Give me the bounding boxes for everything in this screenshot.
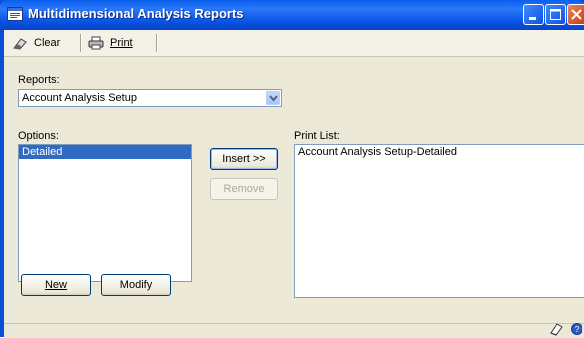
window-title: Multidimensional Analysis Reports xyxy=(28,6,244,21)
list-item[interactable]: Detailed xyxy=(19,145,191,159)
toolbar: Clear Print xyxy=(4,30,584,57)
printer-icon xyxy=(88,36,104,50)
help-icon[interactable]: ? xyxy=(570,322,582,336)
insert-button[interactable]: Insert >> xyxy=(210,148,278,170)
clear-label: Clear xyxy=(34,37,61,49)
modify-button[interactable]: Modify xyxy=(101,274,171,296)
new-label: New xyxy=(44,279,67,291)
clear-button[interactable]: Clear xyxy=(12,35,60,51)
print-label: Print xyxy=(110,37,133,49)
report-window-icon xyxy=(7,7,23,21)
reports-selected-value: Account Analysis Setup xyxy=(22,92,137,104)
modify-label: Modify xyxy=(119,279,153,291)
print-button[interactable]: Print xyxy=(88,35,133,51)
status-bar: ? xyxy=(4,323,584,338)
maximize-button[interactable] xyxy=(545,4,566,25)
eraser-icon xyxy=(13,38,27,50)
toolbar-separator xyxy=(80,34,82,52)
svg-text:?: ? xyxy=(575,325,580,334)
note-icon[interactable] xyxy=(548,322,564,336)
print-list-label: Print List: xyxy=(294,130,340,142)
status-icons: ? xyxy=(548,322,582,336)
list-item[interactable]: Account Analysis Setup-Detailed xyxy=(295,145,584,159)
title-bar[interactable]: Multidimensional Analysis Reports xyxy=(0,0,584,30)
close-icon xyxy=(571,9,582,20)
toolbar-separator xyxy=(156,34,158,52)
maximize-icon xyxy=(550,9,561,20)
options-list[interactable]: Detailed xyxy=(18,144,192,282)
print-list[interactable]: Account Analysis Setup-Detailed xyxy=(294,144,584,298)
close-button[interactable] xyxy=(567,4,584,25)
minimize-icon xyxy=(529,17,536,20)
dropdown-button[interactable] xyxy=(266,91,280,105)
options-label: Options: xyxy=(18,130,59,142)
new-button[interactable]: New xyxy=(21,274,91,296)
minimize-button[interactable] xyxy=(523,4,544,25)
window-client-area: Clear Print Reports: Account Analysis Se… xyxy=(4,30,584,338)
remove-label: Remove xyxy=(223,183,265,195)
application-window: Multidimensional Analysis Reports Clear xyxy=(0,0,584,338)
remove-button[interactable]: Remove xyxy=(210,178,278,200)
reports-dropdown[interactable]: Account Analysis Setup xyxy=(18,89,282,107)
reports-label: Reports: xyxy=(18,74,60,86)
chevron-down-icon xyxy=(269,95,278,102)
